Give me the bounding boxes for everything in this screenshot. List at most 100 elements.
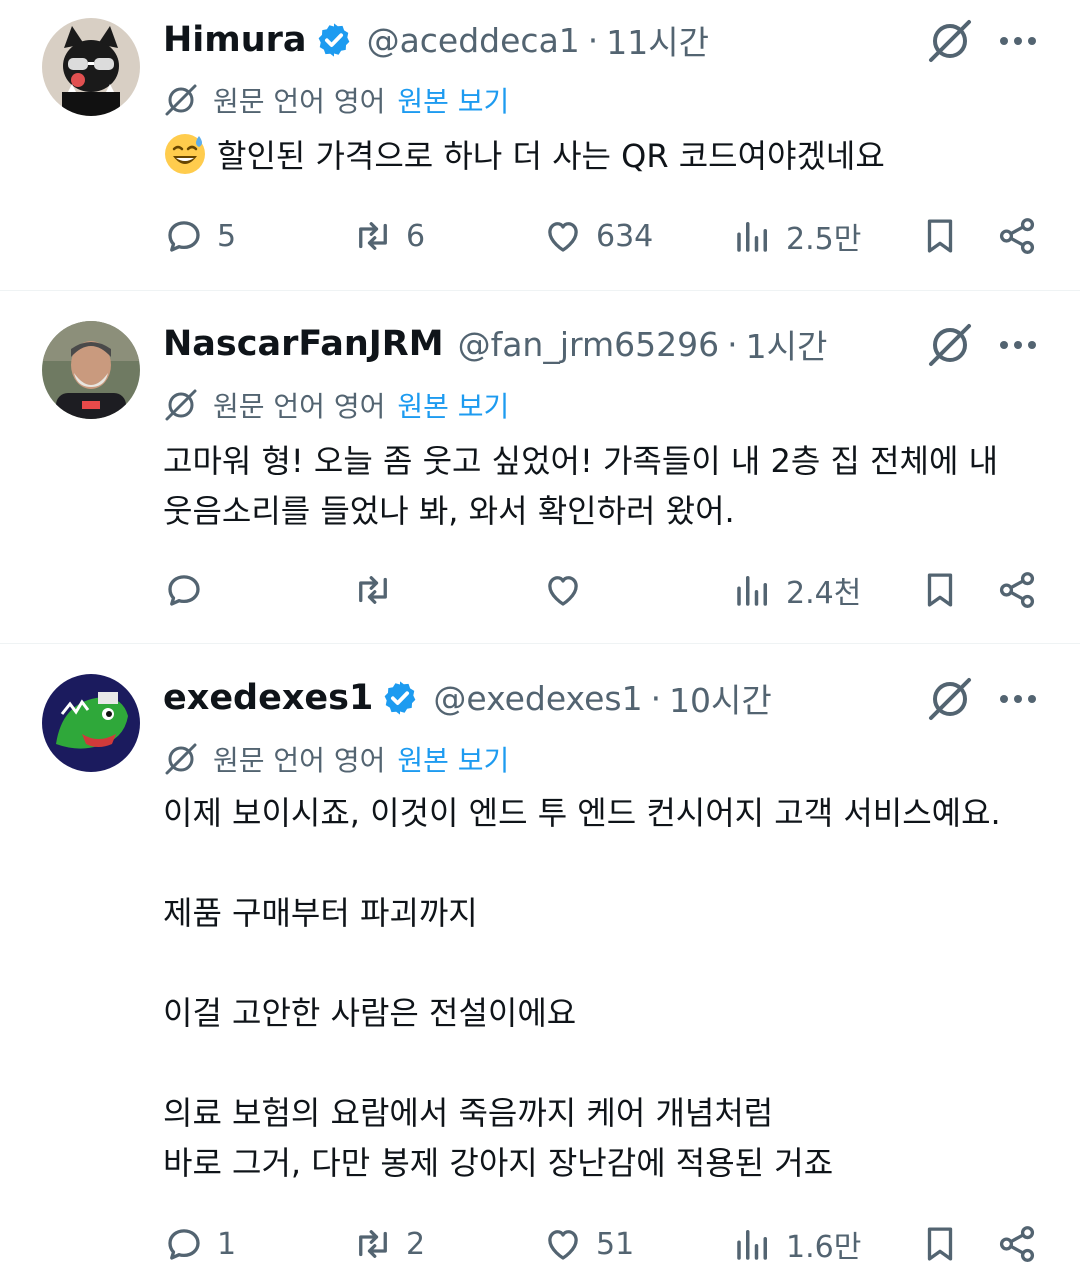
tweet-time[interactable]: 11시간 [606,16,709,64]
tweet-header: NascarFanJRM @fan_jrm65296 · 1시간 [163,319,827,369]
tweet-text-line: 이제 보이시죠, 이것이 엔드 투 엔드 컨시어지 고객 서비스예요. [163,794,1001,832]
translation-notice: 원문 언어 영어 원본 보기 [163,737,509,781]
bookmark-icon [927,573,953,607]
repost-icon [359,576,387,604]
view-count: 1.6만 [786,1230,862,1265]
tweet-text-line: 이걸 고안한 사람은 전설이에요 [163,994,577,1032]
views-bar-chart-icon [737,576,767,606]
author-handle[interactable]: @fan_jrm65296 [458,325,720,364]
like-button[interactable]: 634 [542,211,653,261]
author-handle[interactable]: @exedexes1 [433,679,642,718]
tweet-header: exedexes1 @exedexes1 · 10시간 [163,673,772,723]
like-count: 51 [596,1226,635,1262]
more-options-icon[interactable] [996,674,1040,724]
views-button[interactable]: 2.4천 [732,565,861,615]
verified-badge-icon[interactable] [315,21,353,59]
author-handle[interactable]: @aceddeca1 [367,21,580,60]
share-icon [999,218,1035,254]
tweet-text-line: 할인된 가격으로 하나 더 사는 QR 코드여야겠네요 [163,131,1053,181]
reply-button[interactable]: 1 [163,1219,236,1269]
tweet-text-line: 의료 보험의 요람에서 죽음까지 케어 개념처럼 [163,1094,774,1132]
tweet-time[interactable]: 10시간 [669,674,772,722]
verified-badge-icon[interactable] [381,679,419,717]
views-button[interactable]: 1.6만 [732,1219,861,1269]
show-original-link[interactable]: 원본 보기 [397,80,509,120]
repost-count: 6 [406,218,426,254]
avatar[interactable] [42,674,140,772]
reply-button[interactable]: 5 [163,211,236,261]
repost-button[interactable]: 2 [352,1219,425,1269]
grok-icon[interactable] [925,674,975,724]
grok-icon[interactable] [925,320,975,370]
avatar[interactable] [42,321,140,419]
tweet-text: 고마워 형! 오늘 좀 웃고 싶었어! 가족들이 내 2층 집 전체에 내 웃음… [163,436,1053,536]
more-options-icon[interactable] [996,320,1040,370]
separator-dot: · [727,324,738,364]
share-button[interactable] [996,565,1038,615]
grok-translate-icon [165,743,197,775]
grok-icon[interactable] [925,16,975,66]
show-original-link[interactable]: 원본 보기 [397,739,509,779]
separator-dot: · [650,678,662,718]
translation-notice: 원문 언어 영어 원본 보기 [163,383,509,427]
tweet-text-blank [163,938,1053,988]
translation-label: 원문 언어 영어 [213,85,386,118]
tweet-text-blank [163,838,1053,888]
grok-translate-icon [165,84,197,116]
share-icon [999,572,1035,608]
author-name[interactable]: Himura [163,20,307,60]
translation-label: 원문 언어 영어 [213,744,386,777]
share-icon [999,1226,1035,1262]
author-name[interactable]: exedexes1 [163,678,373,718]
show-original-link[interactable]: 원본 보기 [397,385,509,425]
heart-icon [548,576,578,606]
tweet-time[interactable]: 1시간 [746,320,828,368]
repost-icon [359,222,387,250]
tweet-text-line: 제품 구매부터 파괴까지 [163,894,478,932]
repost-button[interactable] [352,565,406,615]
tweet-text-line: 고마워 형! 오늘 좀 웃고 싶었어! 가족들이 내 2층 집 전체에 내 [163,442,999,480]
tweet-header: Himura @aceddeca1 · 11시간 [163,15,709,65]
share-button[interactable] [996,1219,1038,1269]
bookmark-button[interactable] [919,565,961,615]
heart-icon [548,222,578,252]
tweet-2[interactable]: NascarFanJRM @fan_jrm65296 · 1시간 원문 언어 영… [0,291,1080,643]
tweet-text-line: 웃음소리를 들었나 봐, 와서 확인하러 왔어. [163,492,735,530]
translation-notice: 원문 언어 영어 원본 보기 [163,78,509,122]
reply-count: 1 [217,1226,237,1262]
tweet-text-line: 바로 그거, 다만 봉제 강아지 장난감에 적용된 거죠 [163,1144,834,1182]
more-options-icon[interactable] [996,16,1040,66]
tweet-actions: 2.4천 [0,565,1080,615]
reply-button[interactable] [163,565,217,615]
tweet-3[interactable]: exedexes1 @exedexes1 · 10시간 원문 언어 영어 원본 … [0,644,1080,1283]
bookmark-button[interactable] [919,211,961,261]
like-button[interactable] [542,565,596,615]
avatar-green-creature-image [42,674,140,772]
views-button[interactable]: 2.5만 [732,211,861,261]
tweet-text-blank [163,1038,1053,1088]
view-count: 2.5만 [786,222,862,257]
reply-count: 5 [217,218,237,254]
bookmark-button[interactable] [919,1219,961,1269]
reply-icon [168,221,200,252]
repost-icon [359,1230,387,1258]
translation-label: 원문 언어 영어 [213,390,386,423]
repost-count: 2 [406,1226,426,1262]
heart-icon [548,1230,578,1260]
views-bar-chart-icon [737,1230,767,1260]
tweet-text: 이제 보이시죠, 이것이 엔드 투 엔드 컨시어지 고객 서비스예요. 제품 구… [163,788,1053,1188]
grok-translate-icon [165,389,197,421]
bookmark-icon [927,1227,953,1261]
share-button[interactable] [996,211,1038,261]
author-name[interactable]: NascarFanJRM [163,324,444,364]
repost-button[interactable]: 6 [352,211,425,261]
like-button[interactable]: 51 [542,1219,634,1269]
avatar[interactable] [42,18,140,116]
tweet-actions: 5 6 634 2.5만 [0,211,1080,261]
bookmark-icon [927,219,953,253]
sweat-smile-emoji-icon [165,134,205,174]
views-bar-chart-icon [737,222,767,252]
tweet-text-line-content: 할인된 가격으로 하나 더 사는 QR 코드여야겠네요 [217,137,885,175]
reply-icon [168,1229,200,1260]
tweet-1[interactable]: Himura @aceddeca1 · 11시간 원문 언어 영어 원본 보기 [0,0,1080,290]
